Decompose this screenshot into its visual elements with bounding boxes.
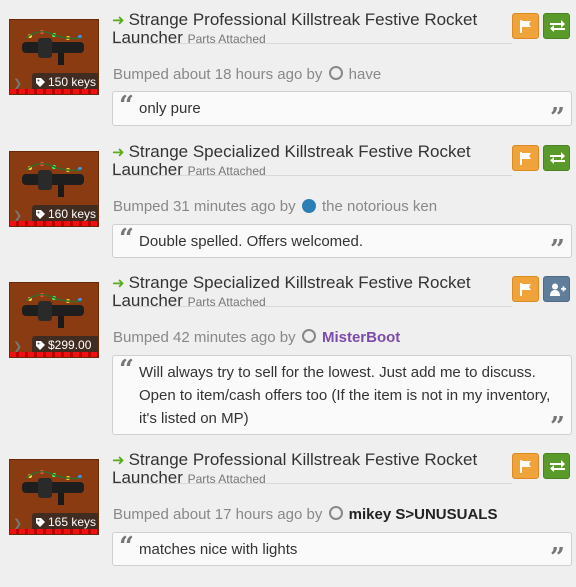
avatar: [301, 199, 316, 213]
trade-button[interactable]: [543, 145, 570, 171]
flag-button[interactable]: [512, 13, 539, 39]
comment-text: Will always try to sell for the lowest. …: [139, 364, 551, 427]
close-quote-icon: ”: [550, 103, 565, 133]
divider: [112, 43, 512, 44]
arrow-right-icon: ➜: [112, 144, 125, 161]
trade-button[interactable]: [543, 13, 570, 39]
quality-strip: [10, 89, 98, 94]
open-quote-icon: “: [119, 532, 134, 562]
open-quote-icon: “: [119, 224, 134, 254]
item-name: Strange Professional Killstreak Festive …: [112, 10, 478, 47]
username-link[interactable]: mikey S>UNUSUALS: [349, 506, 498, 523]
item-image[interactable]: ❯ 150 keys: [9, 19, 99, 95]
bump-info: Bumped about 17 hours ago by mikey S>UNU…: [113, 506, 497, 523]
divider: [112, 306, 512, 307]
bump-text: Bumped about 17 hours ago by: [113, 506, 323, 523]
price-label: 150 keys: [48, 75, 97, 89]
listing-comment: “ Double spelled. Offers welcomed. ”: [112, 224, 572, 263]
close-quote-icon: ”: [550, 543, 565, 573]
item-name: Strange Specialized Killstreak Festive R…: [112, 273, 471, 310]
rocket-launcher-icon: [22, 293, 84, 328]
bump-info: Bumped 31 minutes ago by the notorious k…: [113, 198, 437, 215]
tag-icon: [36, 210, 45, 219]
trade-button[interactable]: [543, 453, 570, 479]
bump-info: Bumped about 18 hours ago by have: [113, 66, 381, 83]
username-link[interactable]: have: [349, 66, 382, 83]
quality-strip: [10, 352, 98, 357]
rocket-launcher-icon: [22, 30, 84, 65]
arrow-right-icon: ➜: [112, 275, 125, 292]
trade-icon: [550, 460, 565, 472]
listing-comment: “ Will always try to sell for the lowest…: [112, 355, 572, 440]
tag-icon: [36, 518, 45, 527]
flag-icon: [520, 283, 531, 296]
quality-strip: [10, 221, 98, 226]
divider: [112, 483, 512, 484]
comment-text: only pure: [139, 100, 201, 117]
price-label: 165 keys: [48, 515, 97, 529]
username-link[interactable]: the notorious ken: [322, 198, 437, 215]
flag-icon: [520, 152, 531, 165]
tag-icon: [36, 341, 45, 350]
username-link[interactable]: MisterBoot: [322, 329, 400, 346]
open-quote-icon: “: [119, 91, 134, 121]
price-label: $299.00: [48, 338, 92, 352]
close-quote-icon: ”: [550, 412, 565, 442]
bump-text: Bumped 42 minutes ago by: [113, 329, 296, 346]
quality-strip: [10, 529, 98, 534]
divider: [112, 175, 512, 176]
item-image[interactable]: ❯ 160 keys: [9, 151, 99, 227]
flag-button[interactable]: [512, 453, 539, 479]
item-name: Strange Specialized Killstreak Festive R…: [112, 142, 471, 179]
comment-text: Double spelled. Offers welcomed.: [139, 233, 364, 250]
status-ring-icon: [328, 506, 343, 520]
status-ring-icon: [301, 329, 316, 343]
bump-info: Bumped 42 minutes ago by MisterBoot: [113, 329, 400, 346]
flag-button[interactable]: [512, 276, 539, 302]
close-quote-icon: ”: [550, 235, 565, 265]
comment-text: matches nice with lights: [139, 541, 298, 558]
add-friend-icon: [550, 283, 566, 296]
price-label: 160 keys: [48, 207, 97, 221]
listing-comment: “ only pure ”: [112, 91, 572, 131]
item-image[interactable]: ❯ $299.00: [9, 282, 99, 358]
flag-icon: [520, 20, 531, 33]
add-friend-button[interactable]: [543, 276, 570, 302]
bump-text: Bumped 31 minutes ago by: [113, 198, 296, 215]
item-image[interactable]: ❯ 165 keys: [9, 459, 99, 535]
rocket-launcher-icon: [22, 162, 84, 197]
open-quote-icon: “: [119, 355, 134, 385]
trade-icon: [550, 152, 565, 164]
bump-text: Bumped about 18 hours ago by: [113, 66, 323, 83]
flag-button[interactable]: [512, 145, 539, 171]
arrow-right-icon: ➜: [112, 452, 125, 469]
rocket-launcher-icon: [22, 470, 84, 505]
listing-comment: “ matches nice with lights ”: [112, 532, 572, 571]
flag-icon: [520, 460, 531, 473]
arrow-right-icon: ➜: [112, 12, 125, 29]
status-ring-icon: [328, 66, 343, 80]
tag-icon: [36, 78, 45, 87]
item-name: Strange Professional Killstreak Festive …: [112, 450, 478, 487]
trade-icon: [550, 20, 565, 32]
